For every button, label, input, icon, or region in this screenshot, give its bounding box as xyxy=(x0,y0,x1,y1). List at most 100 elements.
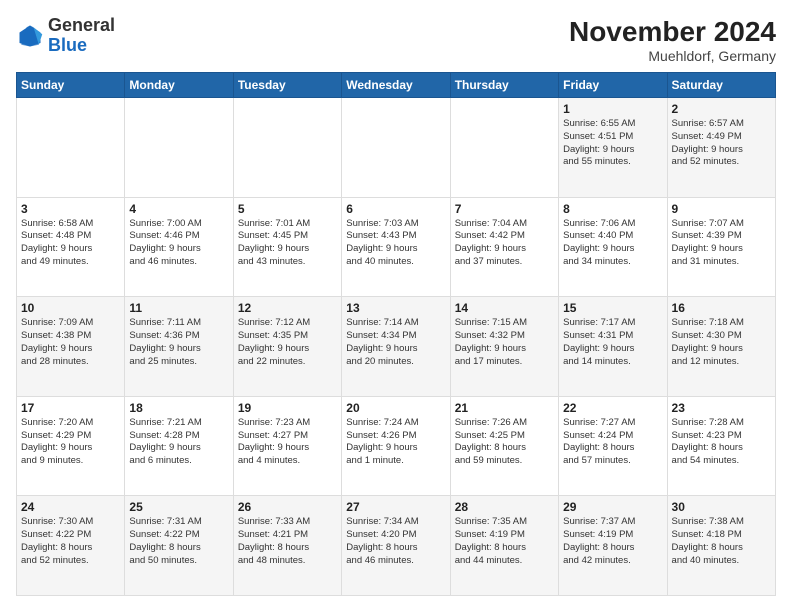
calendar-cell: 14 Sunrise: 7:15 AM Sunset: 4:32 PM Dayli… xyxy=(450,297,558,397)
day-info: Sunrise: 7:34 AM Sunset: 4:20 PM Dayligh… xyxy=(346,516,445,567)
calendar-cell: 21 Sunrise: 7:26 AM Sunset: 4:25 PM Dayli… xyxy=(450,396,558,496)
calendar-cell: 18 Sunrise: 7:21 AM Sunset: 4:28 PM Dayli… xyxy=(125,396,233,496)
day-number: 18 xyxy=(129,401,228,415)
calendar-cell xyxy=(450,98,558,198)
calendar-cell: 9Sunrise: 7:07 AM Sunset: 4:39 PM Daylig… xyxy=(667,197,775,297)
week-row-2: 10Sunrise: 7:09 AM Sunset: 4:38 PM Dayli… xyxy=(17,297,776,397)
calendar-cell: 7 Sunrise: 7:04 AM Sunset: 4:42 PM Daylig… xyxy=(450,197,558,297)
day-info: Sunrise: 7:31 AM Sunset: 4:22 PM Dayligh… xyxy=(129,516,228,567)
day-info: Sunrise: 7:30 AM Sunset: 4:22 PM Dayligh… xyxy=(21,516,120,567)
day-number: 21 xyxy=(455,401,554,415)
day-number: 30 xyxy=(672,500,771,514)
day-info: Sunrise: 7:37 AM Sunset: 4:19 PM Dayligh… xyxy=(563,516,662,567)
day-number: 27 xyxy=(346,500,445,514)
day-number: 13 xyxy=(346,301,445,315)
calendar-cell: 5 Sunrise: 7:01 AM Sunset: 4:45 PM Daylig… xyxy=(233,197,341,297)
day-number: 3 xyxy=(21,202,120,216)
day-info: Sunrise: 7:27 AM Sunset: 4:24 PM Dayligh… xyxy=(563,417,662,468)
logo-general-text: General xyxy=(48,15,115,35)
day-info: Sunrise: 7:00 AM Sunset: 4:46 PM Dayligh… xyxy=(129,218,228,269)
calendar-cell: 16Sunrise: 7:18 AM Sunset: 4:30 PM Dayli… xyxy=(667,297,775,397)
calendar-cell xyxy=(17,98,125,198)
weekday-header-tuesday: Tuesday xyxy=(233,73,341,98)
day-number: 15 xyxy=(563,301,662,315)
day-info: Sunrise: 7:03 AM Sunset: 4:43 PM Dayligh… xyxy=(346,218,445,269)
day-info: Sunrise: 7:12 AM Sunset: 4:35 PM Dayligh… xyxy=(238,317,337,368)
day-number: 23 xyxy=(672,401,771,415)
day-info: Sunrise: 6:55 AM Sunset: 4:51 PM Dayligh… xyxy=(563,118,662,169)
calendar-cell: 28 Sunrise: 7:35 AM Sunset: 4:19 PM Dayli… xyxy=(450,496,558,596)
calendar-cell: 26Sunrise: 7:33 AM Sunset: 4:21 PM Dayli… xyxy=(233,496,341,596)
week-row-4: 24 Sunrise: 7:30 AM Sunset: 4:22 PM Dayli… xyxy=(17,496,776,596)
day-number: 7 xyxy=(455,202,554,216)
day-info: Sunrise: 7:15 AM Sunset: 4:32 PM Dayligh… xyxy=(455,317,554,368)
day-number: 28 xyxy=(455,500,554,514)
day-number: 5 xyxy=(238,202,337,216)
day-number: 4 xyxy=(129,202,228,216)
title-block: November 2024 Muehldorf, Germany xyxy=(569,16,776,64)
day-number: 19 xyxy=(238,401,337,415)
day-info: Sunrise: 6:57 AM Sunset: 4:49 PM Dayligh… xyxy=(672,118,771,169)
day-info: Sunrise: 7:24 AM Sunset: 4:26 PM Dayligh… xyxy=(346,417,445,468)
calendar-cell: 13Sunrise: 7:14 AM Sunset: 4:34 PM Dayli… xyxy=(342,297,450,397)
day-number: 8 xyxy=(563,202,662,216)
calendar-cell: 15 Sunrise: 7:17 AM Sunset: 4:31 PM Dayli… xyxy=(559,297,667,397)
calendar-cell: 6 Sunrise: 7:03 AM Sunset: 4:43 PM Daylig… xyxy=(342,197,450,297)
weekday-header-sunday: Sunday xyxy=(17,73,125,98)
day-info: Sunrise: 7:09 AM Sunset: 4:38 PM Dayligh… xyxy=(21,317,120,368)
calendar-cell: 8Sunrise: 7:06 AM Sunset: 4:40 PM Daylig… xyxy=(559,197,667,297)
day-number: 12 xyxy=(238,301,337,315)
day-info: Sunrise: 7:20 AM Sunset: 4:29 PM Dayligh… xyxy=(21,417,120,468)
weekday-header-saturday: Saturday xyxy=(667,73,775,98)
day-number: 22 xyxy=(563,401,662,415)
week-row-3: 17 Sunrise: 7:20 AM Sunset: 4:29 PM Dayli… xyxy=(17,396,776,496)
calendar-cell xyxy=(233,98,341,198)
weekday-header-wednesday: Wednesday xyxy=(342,73,450,98)
calendar-cell: 22 Sunrise: 7:27 AM Sunset: 4:24 PM Dayli… xyxy=(559,396,667,496)
week-row-1: 3 Sunrise: 6:58 AM Sunset: 4:48 PM Daylig… xyxy=(17,197,776,297)
day-number: 1 xyxy=(563,102,662,116)
day-number: 17 xyxy=(21,401,120,415)
day-number: 11 xyxy=(129,301,228,315)
logo-blue-text: Blue xyxy=(48,35,87,55)
calendar-cell: 29 Sunrise: 7:37 AM Sunset: 4:19 PM Dayli… xyxy=(559,496,667,596)
day-info: Sunrise: 7:21 AM Sunset: 4:28 PM Dayligh… xyxy=(129,417,228,468)
day-number: 9 xyxy=(672,202,771,216)
day-info: Sunrise: 7:26 AM Sunset: 4:25 PM Dayligh… xyxy=(455,417,554,468)
calendar-cell: 17 Sunrise: 7:20 AM Sunset: 4:29 PM Dayli… xyxy=(17,396,125,496)
day-info: Sunrise: 7:11 AM Sunset: 4:36 PM Dayligh… xyxy=(129,317,228,368)
day-info: Sunrise: 7:33 AM Sunset: 4:21 PM Dayligh… xyxy=(238,516,337,567)
calendar-header-row: SundayMondayTuesdayWednesdayThursdayFrid… xyxy=(17,73,776,98)
calendar-cell: 30Sunrise: 7:38 AM Sunset: 4:18 PM Dayli… xyxy=(667,496,775,596)
calendar-cell: 2Sunrise: 6:57 AM Sunset: 4:49 PM Daylig… xyxy=(667,98,775,198)
calendar-cell: 10Sunrise: 7:09 AM Sunset: 4:38 PM Dayli… xyxy=(17,297,125,397)
day-number: 24 xyxy=(21,500,120,514)
calendar-cell: 12 Sunrise: 7:12 AM Sunset: 4:35 PM Dayli… xyxy=(233,297,341,397)
day-number: 14 xyxy=(455,301,554,315)
day-number: 25 xyxy=(129,500,228,514)
day-info: Sunrise: 6:58 AM Sunset: 4:48 PM Dayligh… xyxy=(21,218,120,269)
day-info: Sunrise: 7:01 AM Sunset: 4:45 PM Dayligh… xyxy=(238,218,337,269)
calendar-cell: 27 Sunrise: 7:34 AM Sunset: 4:20 PM Dayli… xyxy=(342,496,450,596)
calendar-cell: 1 Sunrise: 6:55 AM Sunset: 4:51 PM Daylig… xyxy=(559,98,667,198)
location: Muehldorf, Germany xyxy=(569,48,776,64)
day-info: Sunrise: 7:04 AM Sunset: 4:42 PM Dayligh… xyxy=(455,218,554,269)
calendar-cell xyxy=(125,98,233,198)
header: General Blue November 2024 Muehldorf, Ge… xyxy=(16,16,776,64)
calendar-cell: 24 Sunrise: 7:30 AM Sunset: 4:22 PM Dayli… xyxy=(17,496,125,596)
logo-icon xyxy=(16,22,44,50)
day-number: 20 xyxy=(346,401,445,415)
calendar-cell: 23Sunrise: 7:28 AM Sunset: 4:23 PM Dayli… xyxy=(667,396,775,496)
day-info: Sunrise: 7:17 AM Sunset: 4:31 PM Dayligh… xyxy=(563,317,662,368)
calendar-cell: 20 Sunrise: 7:24 AM Sunset: 4:26 PM Dayli… xyxy=(342,396,450,496)
day-number: 29 xyxy=(563,500,662,514)
weekday-header-thursday: Thursday xyxy=(450,73,558,98)
calendar-cell xyxy=(342,98,450,198)
day-info: Sunrise: 7:35 AM Sunset: 4:19 PM Dayligh… xyxy=(455,516,554,567)
calendar-cell: 11 Sunrise: 7:11 AM Sunset: 4:36 PM Dayli… xyxy=(125,297,233,397)
day-number: 6 xyxy=(346,202,445,216)
weekday-header-friday: Friday xyxy=(559,73,667,98)
day-info: Sunrise: 7:18 AM Sunset: 4:30 PM Dayligh… xyxy=(672,317,771,368)
logo: General Blue xyxy=(16,16,115,56)
month-title: November 2024 xyxy=(569,16,776,48)
